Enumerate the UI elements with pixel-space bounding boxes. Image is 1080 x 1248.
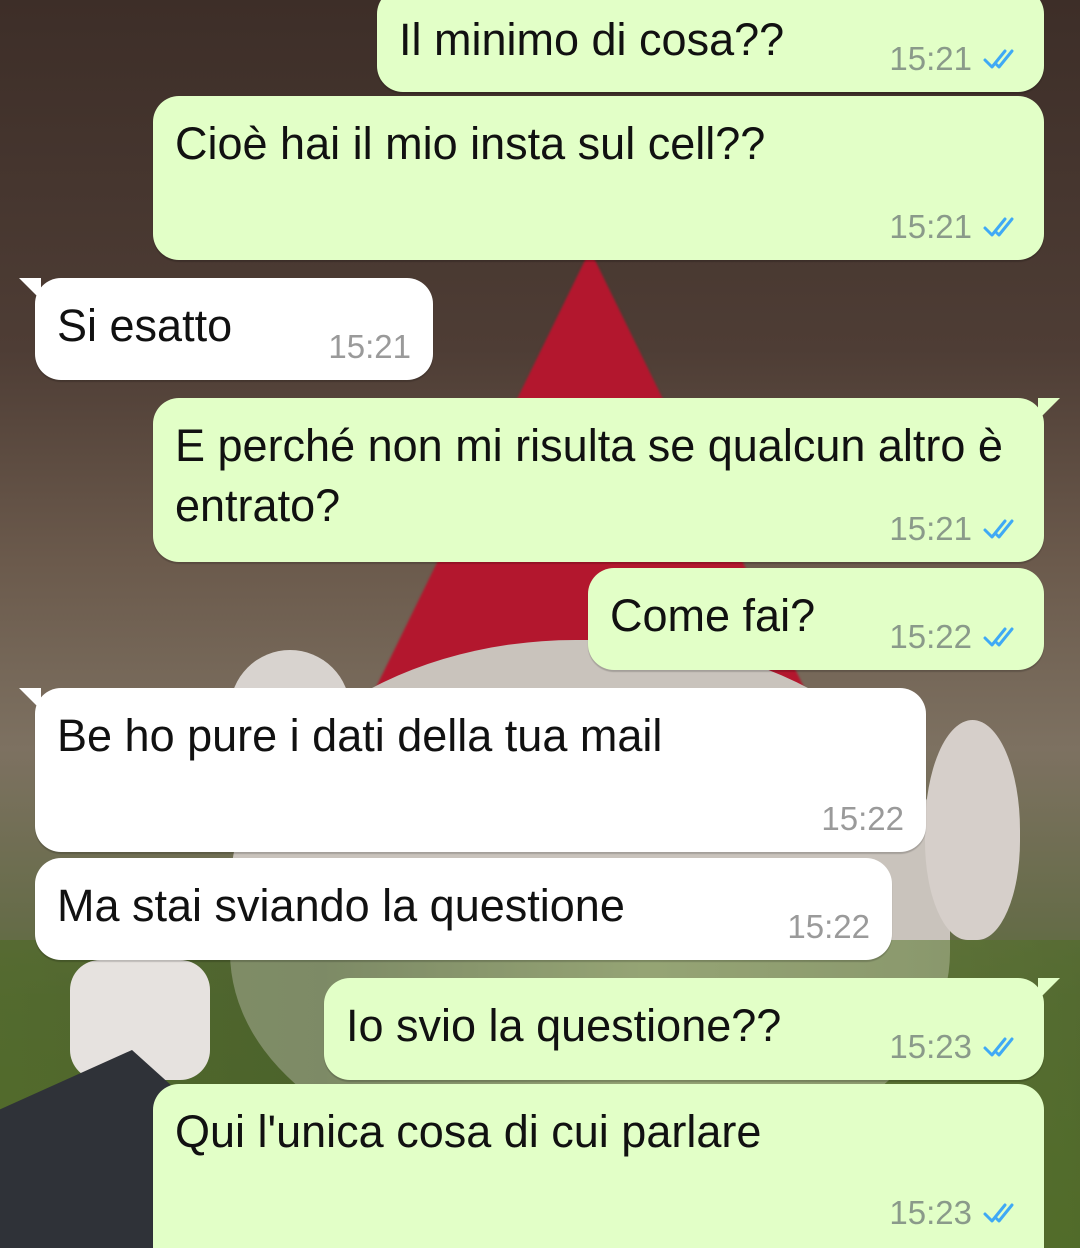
outgoing-message[interactable]: Come fai? 15:22 xyxy=(588,568,1044,670)
double-check-icon xyxy=(983,1037,1014,1057)
message-time: 15:21 xyxy=(328,328,411,365)
message-time: 15:21 xyxy=(889,40,972,77)
incoming-message[interactable]: Si esatto 15:21 xyxy=(19,278,433,380)
message-time: 15:21 xyxy=(889,208,972,245)
message-text: Be ho pure i dati della tua mail xyxy=(57,710,663,761)
message-list[interactable]: Il minimo di cosa?? 15:21 Cioè hai il mi… xyxy=(0,0,1080,1248)
message-meta: 15:21 xyxy=(889,40,1022,78)
double-check-icon xyxy=(983,1203,1014,1223)
message-meta: 15:22 xyxy=(889,618,1022,656)
double-check-icon xyxy=(983,519,1014,539)
message-time: 15:21 xyxy=(889,510,972,547)
message-time: 15:22 xyxy=(889,618,972,655)
message-time: 15:23 xyxy=(889,1028,972,1065)
double-check-icon xyxy=(983,217,1014,237)
message-meta: 15:21 xyxy=(889,208,1022,246)
message-meta: 15:21 xyxy=(328,328,411,366)
outgoing-message[interactable]: Io svio la questione?? 15:23 xyxy=(324,978,1060,1080)
message-meta: 15:23 xyxy=(889,1028,1022,1066)
outgoing-message[interactable]: Cioè hai il mio insta sul cell?? 15:21 xyxy=(153,96,1044,260)
message-meta: 15:22 xyxy=(821,800,904,838)
outgoing-message[interactable]: Il minimo di cosa?? 15:21 xyxy=(377,0,1044,92)
message-meta: 15:22 xyxy=(787,908,870,946)
incoming-message[interactable]: Ma stai sviando la questione 15:22 xyxy=(35,858,892,960)
message-text: Ma stai sviando la questione xyxy=(57,880,625,931)
double-check-icon xyxy=(983,627,1014,647)
outgoing-message[interactable]: E perché non mi risulta se qualcun altro… xyxy=(153,398,1060,562)
message-text: Cioè hai il mio insta sul cell?? xyxy=(175,118,766,169)
incoming-message[interactable]: Be ho pure i dati della tua mail 15:22 xyxy=(19,688,926,852)
message-meta: 15:23 xyxy=(889,1194,1022,1232)
message-meta: 15:21 xyxy=(889,510,1022,548)
message-text: Qui l'unica cosa di cui parlare xyxy=(175,1106,762,1157)
outgoing-message[interactable]: Qui l'unica cosa di cui parlare 15:23 xyxy=(153,1084,1044,1248)
message-time: 15:22 xyxy=(787,908,870,945)
double-check-icon xyxy=(983,49,1014,69)
message-time: 15:22 xyxy=(821,800,904,837)
message-time: 15:23 xyxy=(889,1194,972,1231)
